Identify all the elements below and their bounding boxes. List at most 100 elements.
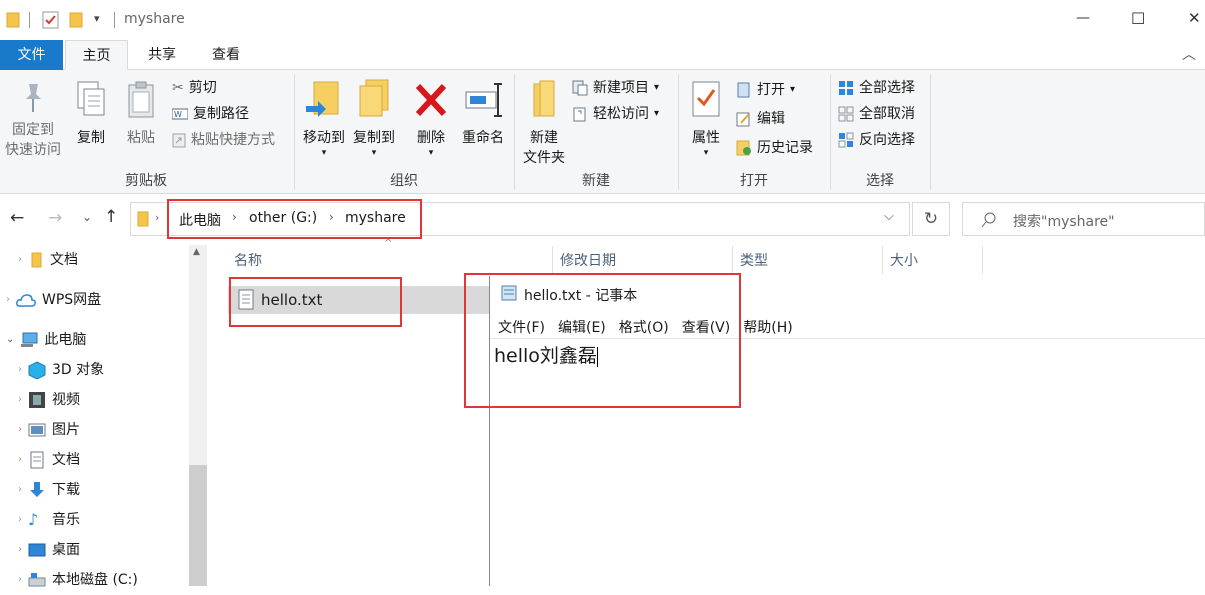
download-arrow-icon <box>30 482 44 497</box>
sort-up-icon: ^ <box>384 238 393 249</box>
column-header-type[interactable]: 类型 <box>740 246 768 276</box>
3d-objects-icon <box>28 361 46 379</box>
new-group-label: 新建 <box>582 173 610 189</box>
folder-icon <box>6 12 20 28</box>
scroll-up-icon[interactable]: ▲ <box>193 247 200 257</box>
new-folder-icon <box>533 80 555 117</box>
collapse-ribbon-icon[interactable]: ︿ <box>1182 44 1196 64</box>
title-bar: ▾ myshare — ☐ ✕ <box>0 0 1205 40</box>
copy-path-icon: W <box>172 108 188 120</box>
breadcrumb: 此电脑 › other (G:) › myshare <box>167 199 422 239</box>
cloud-icon <box>16 294 36 307</box>
column-header-size[interactable]: 大小 <box>890 246 918 276</box>
move-to-icon <box>306 81 339 117</box>
search-icon <box>981 212 996 228</box>
new-item-button[interactable]: 新建项目 ▾ <box>572 76 659 100</box>
column-header-name[interactable]: 名称 <box>234 246 262 276</box>
chevron-right-icon: › <box>329 210 334 224</box>
open-group-label: 打开 <box>740 173 768 189</box>
film-icon <box>29 392 45 408</box>
easy-access-button[interactable]: 轻松访问 ▾ <box>572 102 659 126</box>
cut-button[interactable]: ✂ 剪切 <box>172 76 217 100</box>
edit-pencil-icon <box>736 112 750 127</box>
select-all-icon <box>839 81 853 95</box>
maximize-button[interactable]: ☐ <box>1131 9 1145 28</box>
properties-icon[interactable] <box>42 11 60 29</box>
new-folder-button[interactable]: 新建 文件夹 <box>518 78 570 168</box>
copy-button[interactable]: 复制 <box>68 80 114 148</box>
folder-icon <box>137 211 149 227</box>
paste-icon <box>128 81 154 118</box>
search-box[interactable]: 搜索"myshare" <box>962 202 1205 236</box>
edit-button[interactable]: 编辑 <box>736 107 785 131</box>
nav-item-videos[interactable]: › 视频 <box>18 385 80 415</box>
select-all-button[interactable]: 全部选择 <box>838 76 915 100</box>
menu-help[interactable]: 帮助(H) <box>743 320 792 336</box>
breadcrumb-drive[interactable]: other (G:) <box>249 210 317 226</box>
new-folder-icon[interactable] <box>69 12 83 28</box>
copy-path-button[interactable]: W 复制路径 <box>172 102 249 126</box>
recent-locations-icon[interactable]: ⌄ <box>82 210 92 224</box>
paste-shortcut-button[interactable]: 粘贴快捷方式 <box>172 128 275 152</box>
pin-quick-access-button[interactable]: 固定到 快速访问 <box>2 80 64 160</box>
close-button[interactable]: ✕ <box>1188 9 1201 27</box>
delete-button[interactable]: 删除 ▾ <box>410 78 452 158</box>
select-group-label: 选择 <box>866 173 894 189</box>
minimize-button[interactable]: — <box>1076 10 1090 26</box>
forward-arrow-icon[interactable]: → <box>48 208 62 228</box>
scissors-icon: ✂ <box>172 80 184 96</box>
tab-view[interactable]: 查看 <box>196 40 256 70</box>
nav-item-3d-objects[interactable]: › 3D 对象 <box>18 355 104 385</box>
address-row: ← → ⌄ ↑ › 此电脑 › other (G:) › myshare ⌵ ↻… <box>0 195 1205 245</box>
properties-icon <box>692 81 720 117</box>
notepad-highlight <box>464 273 741 408</box>
tab-home[interactable]: 主页 <box>65 40 128 70</box>
nav-item-pictures[interactable]: › 图片 <box>18 415 80 445</box>
move-to-button[interactable]: 移动到 ▾ <box>300 78 348 158</box>
nav-item-this-pc[interactable]: ⌄ 此电脑 <box>6 325 86 355</box>
new-item-icon <box>572 80 588 96</box>
select-none-icon <box>838 106 854 122</box>
column-header-modified[interactable]: 修改日期 <box>560 246 616 276</box>
ribbon: 固定到 快速访问 复制 粘贴 ✂ 剪切 W 复制路径 粘贴快捷方式 剪贴板 移动到 … <box>0 70 1205 194</box>
picture-icon <box>28 423 46 437</box>
refresh-button[interactable]: ↻ <box>912 202 950 236</box>
select-none-button[interactable]: 全部取消 <box>838 102 915 126</box>
svg-text:W: W <box>174 110 182 119</box>
nav-item-local-disk-c[interactable]: › 本地磁盘 (C:) <box>18 565 138 595</box>
rename-icon <box>465 83 502 117</box>
file-name[interactable]: hello.txt <box>261 291 322 309</box>
back-arrow-icon[interactable]: ← <box>10 208 24 228</box>
organize-group-label: 组织 <box>390 173 418 189</box>
up-arrow-icon[interactable]: ↑ <box>104 207 118 227</box>
nav-item-documents-quick[interactable]: › 文档 <box>18 245 78 275</box>
copy-to-button[interactable]: 复制到 ▾ <box>350 78 398 158</box>
rename-button[interactable]: 重命名 <box>456 78 510 148</box>
tab-file[interactable]: 文件 <box>0 40 63 70</box>
breadcrumb-this-pc[interactable]: 此电脑 <box>179 210 221 230</box>
address-dropdown-icon[interactable]: ⌵ <box>884 209 894 224</box>
nav-item-music[interactable]: › ♪ 音乐 <box>18 505 80 535</box>
music-note-icon: ♪ <box>28 510 39 529</box>
nav-item-desktop[interactable]: › 桌面 <box>18 535 80 565</box>
refresh-icon: ↻ <box>923 209 939 229</box>
qat-dropdown-icon[interactable]: ▾ <box>94 12 100 25</box>
scrollbar-thumb[interactable] <box>189 465 207 586</box>
ribbon-tabs: 文件 主页 共享 查看 ︿ <box>0 40 1205 70</box>
invert-selection-button[interactable]: 反向选择 <box>838 128 915 152</box>
nav-item-downloads[interactable]: › 下载 <box>18 475 80 505</box>
open-button[interactable]: 打开 ▾ <box>736 78 795 102</box>
copy-to-icon <box>359 79 389 117</box>
history-button[interactable]: 历史记录 <box>736 136 813 160</box>
search-placeholder: 搜索"myshare" <box>1013 214 1115 230</box>
tab-share[interactable]: 共享 <box>132 40 192 70</box>
invert-selection-icon <box>838 132 854 148</box>
pin-icon <box>26 84 41 112</box>
history-icon <box>736 140 751 156</box>
paste-button[interactable]: 粘贴 <box>118 80 164 148</box>
properties-button[interactable]: 属性 ▾ <box>684 78 728 158</box>
nav-scrollbar[interactable]: ▲ <box>189 245 207 586</box>
nav-item-wps-cloud[interactable]: › WPS网盘 <box>6 285 101 315</box>
nav-item-documents[interactable]: › 文档 <box>18 445 80 475</box>
breadcrumb-folder[interactable]: myshare <box>345 210 406 226</box>
